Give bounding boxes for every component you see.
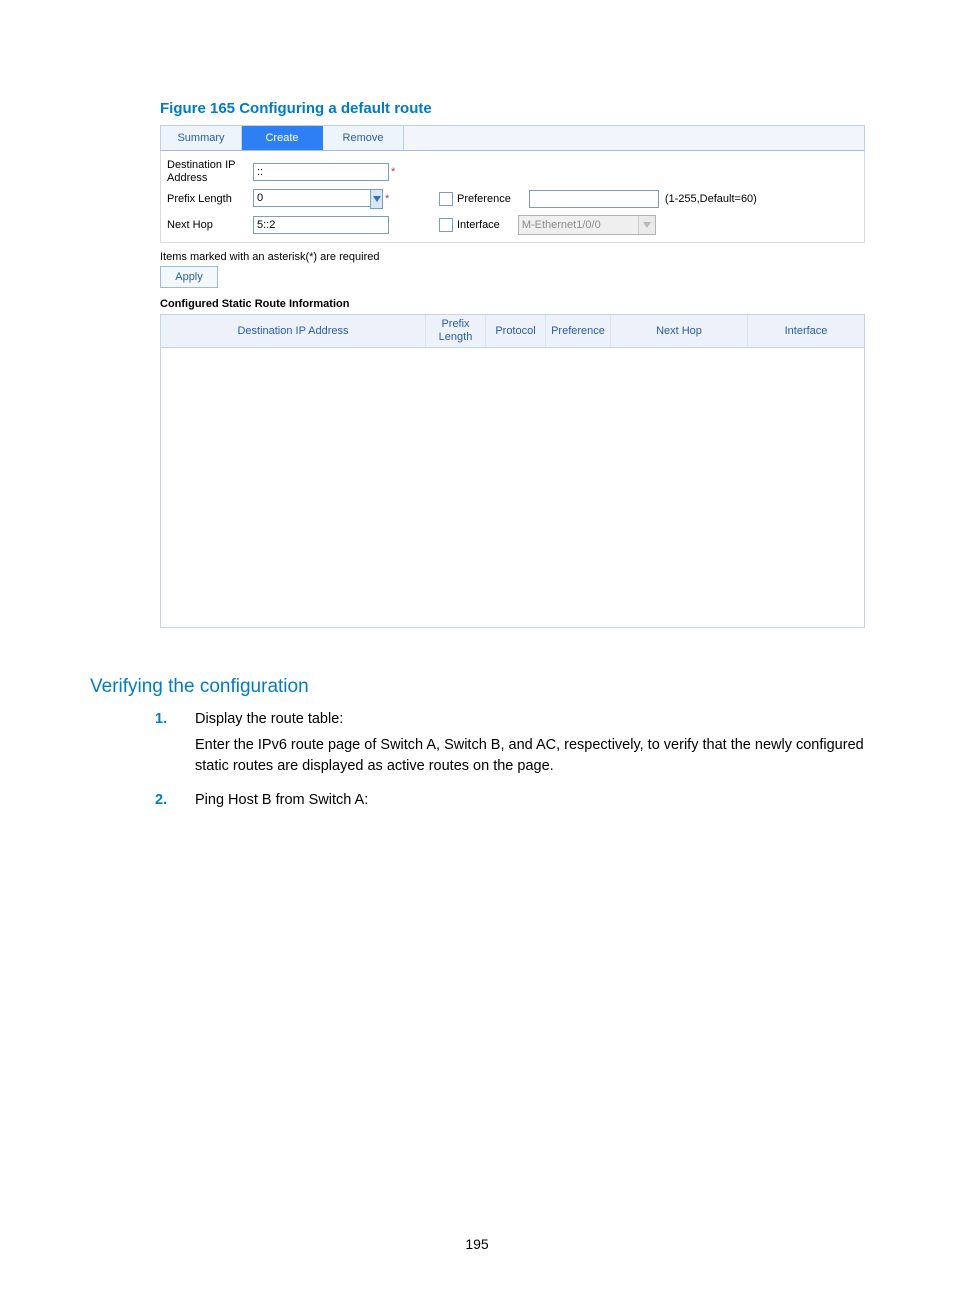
figure-caption: Figure 165 Configuring a default route [160, 100, 432, 117]
step-1-para: Enter the IPv6 route page of Switch A, S… [195, 735, 865, 776]
prefix-length-input[interactable] [253, 189, 370, 207]
interface-checkbox[interactable] [439, 218, 453, 232]
nexthop-label: Next Hop [167, 219, 253, 232]
col-prefix-length[interactable]: Prefix Length [426, 315, 486, 347]
figure-number: Figure 165 [160, 100, 235, 117]
table-header-row: Destination IP Address Prefix Length Pro… [161, 315, 864, 348]
col-dest-ip[interactable]: Destination IP Address [161, 315, 426, 347]
col-protocol[interactable]: Protocol [486, 315, 546, 347]
create-form: Destination IP Address * Prefix Length [160, 151, 865, 243]
step-2-lead: Ping Host B from Switch A: [195, 790, 865, 810]
screenshot-panel: Summary Create Remove Destination IP Add… [160, 125, 865, 628]
preference-input[interactable] [529, 190, 659, 208]
nexthop-input[interactable] [253, 216, 389, 234]
tab-remove[interactable]: Remove [323, 126, 404, 150]
verify-steps: 1. Display the route table: Enter the IP… [155, 709, 865, 824]
chevron-down-icon [643, 219, 651, 231]
prefix-length-label: Prefix Length [167, 193, 253, 206]
interface-label: Interface [457, 219, 500, 231]
page-number: 195 [0, 1236, 954, 1252]
col-next-hop[interactable]: Next Hop [611, 315, 748, 347]
preference-hint: (1-255,Default=60) [665, 193, 757, 205]
prefix-length-dropdown-button[interactable] [370, 189, 383, 209]
figure-title: Configuring a default route [239, 100, 432, 117]
dest-ip-input[interactable] [253, 163, 389, 181]
required-note: Items marked with an asterisk(*) are req… [160, 251, 865, 263]
tab-spacer [404, 126, 864, 150]
tab-row: Summary Create Remove [160, 125, 865, 151]
interface-select-value: M-Ethernet1/0/0 [522, 219, 601, 231]
tab-create[interactable]: Create [242, 126, 323, 150]
required-star: * [391, 166, 395, 178]
preference-checkbox[interactable] [439, 192, 453, 206]
interface-dropdown-button [638, 216, 655, 234]
configured-heading: Configured Static Route Information [160, 298, 865, 310]
verify-heading: Verifying the configuration [90, 676, 309, 698]
step-number: 1. [155, 709, 195, 782]
col-interface[interactable]: Interface [748, 315, 864, 347]
tab-summary[interactable]: Summary [161, 126, 242, 150]
preference-label: Preference [457, 193, 511, 205]
static-route-table: Destination IP Address Prefix Length Pro… [160, 314, 865, 628]
step-1: 1. Display the route table: Enter the IP… [155, 709, 865, 782]
col-preference[interactable]: Preference [546, 315, 611, 347]
step-2: 2. Ping Host B from Switch A: [155, 790, 865, 816]
required-star: * [385, 193, 389, 205]
table-body-empty [161, 348, 864, 627]
interface-select: M-Ethernet1/0/0 [518, 215, 656, 235]
step-1-lead: Display the route table: [195, 709, 865, 729]
step-number: 2. [155, 790, 195, 816]
dest-ip-label: Destination IP Address [167, 159, 253, 184]
chevron-down-icon [373, 193, 381, 205]
apply-button[interactable]: Apply [160, 266, 218, 288]
